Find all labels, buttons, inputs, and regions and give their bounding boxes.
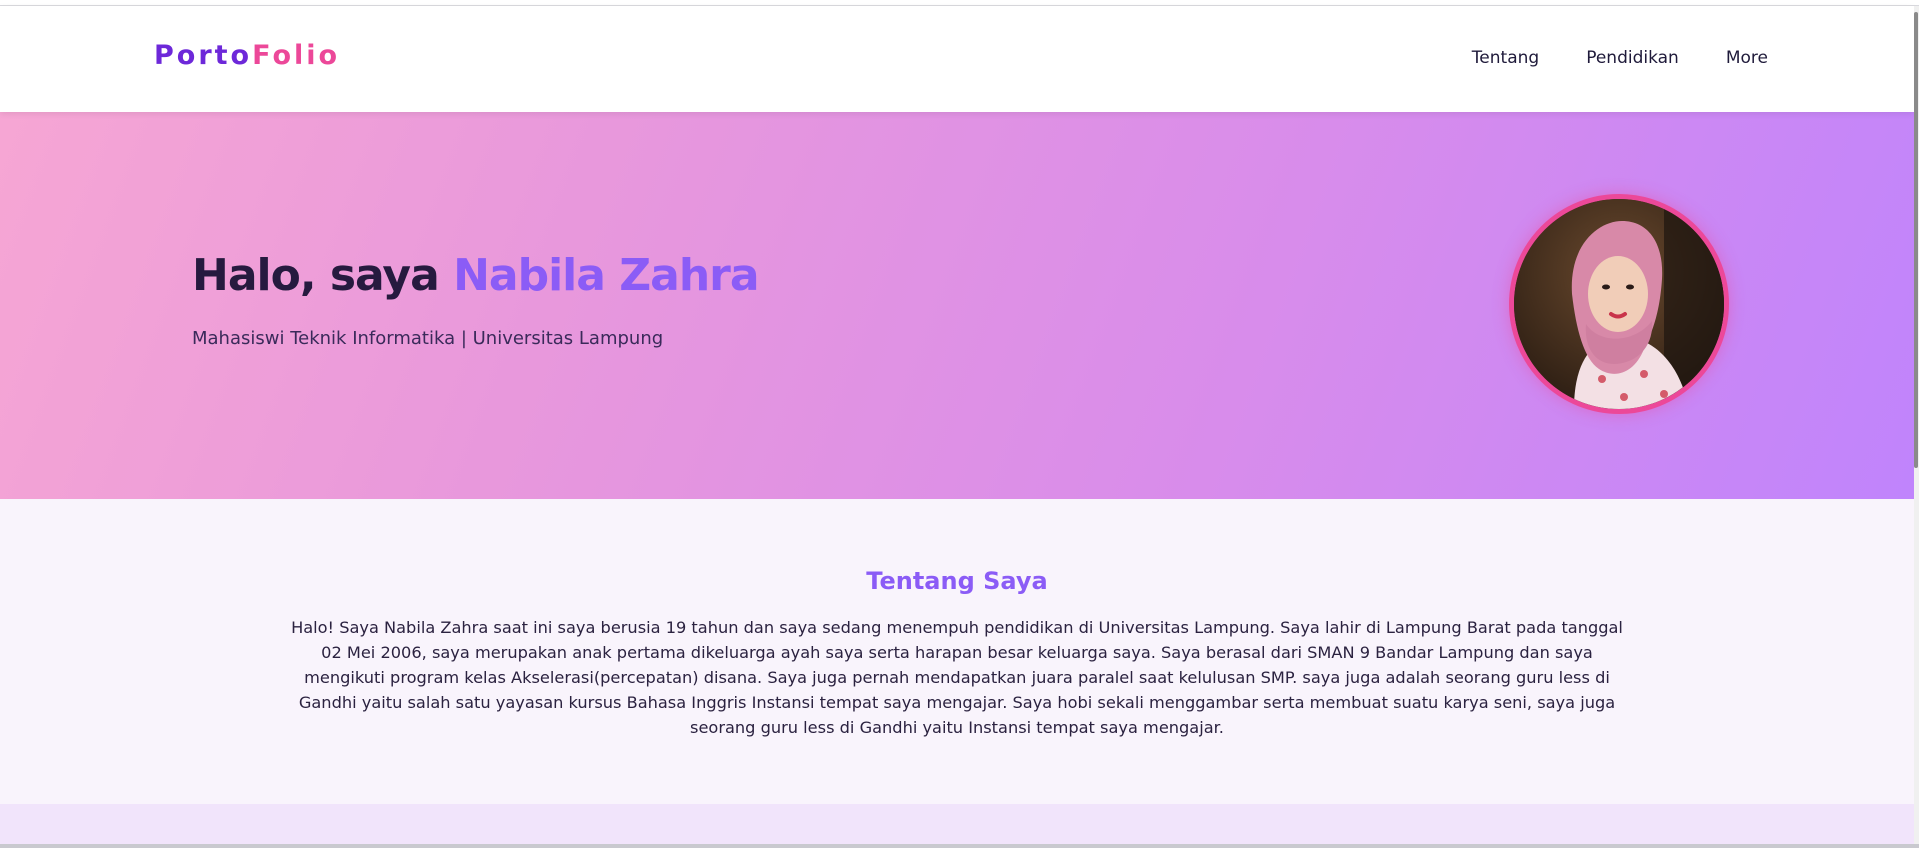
- hero-subtitle: Mahasiswi Teknik Informatika | Universit…: [192, 328, 664, 349]
- next-section-edge: [0, 804, 1914, 848]
- hero-section: Halo, saya Nabila Zahra Mahasiswi Teknik…: [0, 112, 1914, 499]
- nav-link-tentang[interactable]: Tentang: [1472, 50, 1539, 67]
- about-section: Tentang Saya Halo! Saya Nabila Zahra saa…: [0, 499, 1914, 804]
- navbar: PortoFolio Tentang Pendidikan More: [0, 6, 1914, 112]
- hero-name: Nabila Zahra: [453, 250, 759, 301]
- hero-title: Halo, saya Nabila Zahra: [192, 250, 760, 301]
- profile-avatar: [1509, 194, 1729, 414]
- hero-greeting: Halo, saya: [192, 250, 454, 301]
- logo-part-porto: Porto: [154, 40, 253, 71]
- scrollbar-thumb[interactable]: [1914, 12, 1918, 468]
- page-scrollbar[interactable]: [1914, 6, 1919, 844]
- nav-menu: Tentang Pendidikan More: [1425, 50, 1768, 67]
- nav-link-more[interactable]: More: [1726, 50, 1768, 67]
- about-title: Tentang Saya: [866, 567, 1048, 595]
- profile-photo: [1514, 199, 1724, 409]
- about-text: Halo! Saya Nabila Zahra saat ini saya be…: [291, 618, 1623, 737]
- site-logo[interactable]: PortoFolio: [154, 42, 340, 69]
- nav-link-pendidikan[interactable]: Pendidikan: [1586, 50, 1679, 67]
- logo-part-folio: Folio: [252, 40, 341, 71]
- browser-bottom-edge: [0, 844, 1919, 848]
